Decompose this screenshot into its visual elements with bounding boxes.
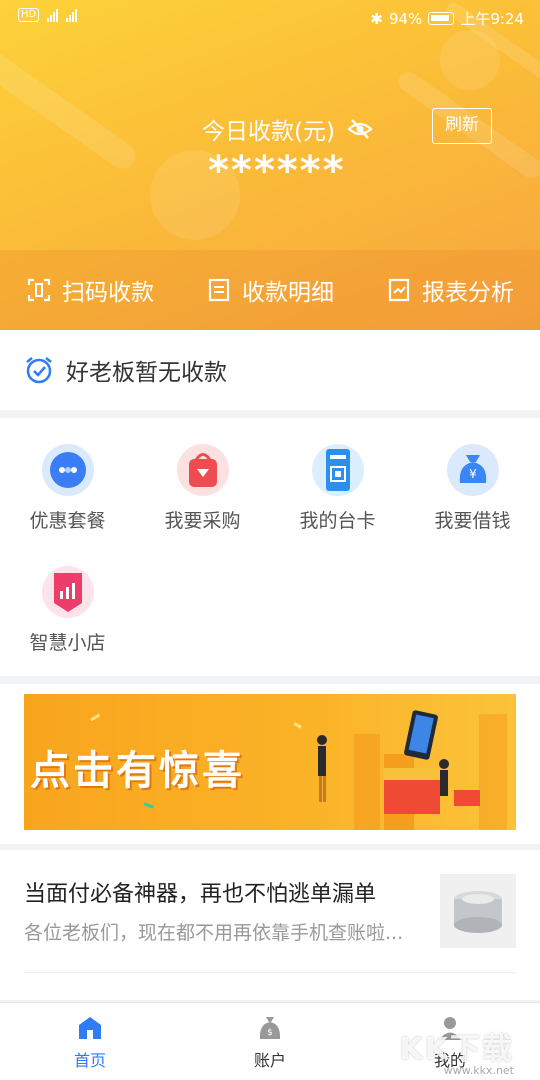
- eye-hidden-icon[interactable]: [347, 118, 373, 140]
- grid-label: 我要采购: [164, 510, 241, 532]
- package-icon: [41, 444, 94, 496]
- report-analysis-button[interactable]: 报表分析: [360, 250, 540, 330]
- article-card[interactable]: 当面付必备神器，再也不怕逃单漏单 各位老板们，现在都不用再依靠手机查账啦...: [0, 850, 540, 1000]
- refresh-button[interactable]: 刷新: [432, 108, 492, 144]
- grid-item-qr-card[interactable]: 我的台卡: [270, 444, 405, 533]
- grid-label: 我的台卡: [299, 510, 376, 532]
- battery-icon: [428, 12, 455, 25]
- tab-label: 账户: [253, 1050, 286, 1070]
- balance-title-label: 今日收款(元): [202, 119, 335, 145]
- tab-label: 首页: [73, 1050, 106, 1070]
- speaker-thumbnail: [440, 874, 516, 948]
- header-panel: HD ✱ 94% 上午9:24 今日收款(元) ****** 刷新 扫码收款 收…: [0, 0, 540, 330]
- smart-store-icon: [41, 566, 94, 618]
- signal-2g-icon: [47, 8, 59, 22]
- grid-label: 我要借钱: [434, 510, 511, 532]
- grid-item-purchase[interactable]: 我要采购: [135, 444, 270, 533]
- divider: [24, 972, 516, 973]
- grid-label: 智慧小店: [29, 632, 106, 654]
- promo-banner[interactable]: 点击有惊喜: [24, 694, 516, 830]
- account-icon: $: [259, 1016, 281, 1039]
- scan-collect-button[interactable]: 扫码收款: [0, 250, 180, 330]
- signal-4g-icon: [66, 8, 78, 22]
- speaker-icon: [454, 891, 502, 933]
- tab-account[interactable]: $ 账户: [180, 1003, 360, 1080]
- feature-grid: 优惠套餐 我要采购 我的台卡 ¥ 我要借钱 智慧小店: [0, 418, 540, 676]
- home-icon: [79, 1016, 101, 1039]
- grid-item-loan[interactable]: ¥ 我要借钱: [405, 444, 540, 533]
- balance-value: ******: [208, 148, 346, 194]
- article-title: 当面付必备神器，再也不怕逃单漏单: [24, 882, 377, 907]
- battery-percent: 94%: [388, 9, 423, 28]
- collect-detail-button[interactable]: 收款明细: [180, 250, 360, 330]
- report-analysis-label: 报表分析: [422, 280, 514, 306]
- qr-card-icon: [311, 444, 364, 496]
- status-right: ✱ 94% 上午9:24: [370, 8, 524, 29]
- status-bar: HD ✱ 94% 上午9:24: [0, 0, 540, 36]
- alarm-clock-icon: [26, 357, 52, 384]
- quick-actions: 扫码收款 收款明细 报表分析: [0, 250, 540, 330]
- watermark-logo: KK下载: [399, 1032, 514, 1067]
- detail-icon: [208, 278, 230, 302]
- svg-text:¥: ¥: [469, 467, 477, 481]
- collect-detail-label: 收款明细: [242, 280, 334, 306]
- hd-icon: HD: [18, 8, 40, 22]
- status-left: HD: [18, 8, 78, 22]
- article-subtitle: 各位老板们，现在都不用再依靠手机查账啦...: [24, 922, 404, 944]
- clock: 上午9:24: [460, 10, 524, 28]
- loan-icon: ¥: [446, 444, 499, 496]
- grid-item-package[interactable]: 优惠套餐: [0, 444, 135, 533]
- collect-notice[interactable]: 好老板暂无收款: [0, 330, 540, 410]
- decoration-circle: [440, 30, 500, 90]
- report-icon: [388, 278, 410, 302]
- scan-collect-label: 扫码收款: [62, 280, 154, 306]
- notice-text: 好老板暂无收款: [66, 360, 227, 386]
- bluetooth-icon: ✱: [370, 9, 383, 28]
- grid-label: 优惠套餐: [29, 510, 106, 532]
- watermark-url: www.kkx.net: [443, 1064, 514, 1077]
- decoration-stripe: [0, 26, 141, 174]
- purchase-icon: [176, 444, 229, 496]
- grid-item-smart-store[interactable]: 智慧小店: [0, 566, 135, 655]
- banner-section: 点击有惊喜: [0, 684, 540, 844]
- svg-text:$: $: [267, 1028, 273, 1038]
- balance-title: 今日收款(元): [202, 112, 373, 146]
- banner-text: 点击有惊喜: [30, 748, 245, 794]
- tab-home[interactable]: 首页: [0, 1003, 180, 1080]
- scan-icon: [27, 278, 51, 302]
